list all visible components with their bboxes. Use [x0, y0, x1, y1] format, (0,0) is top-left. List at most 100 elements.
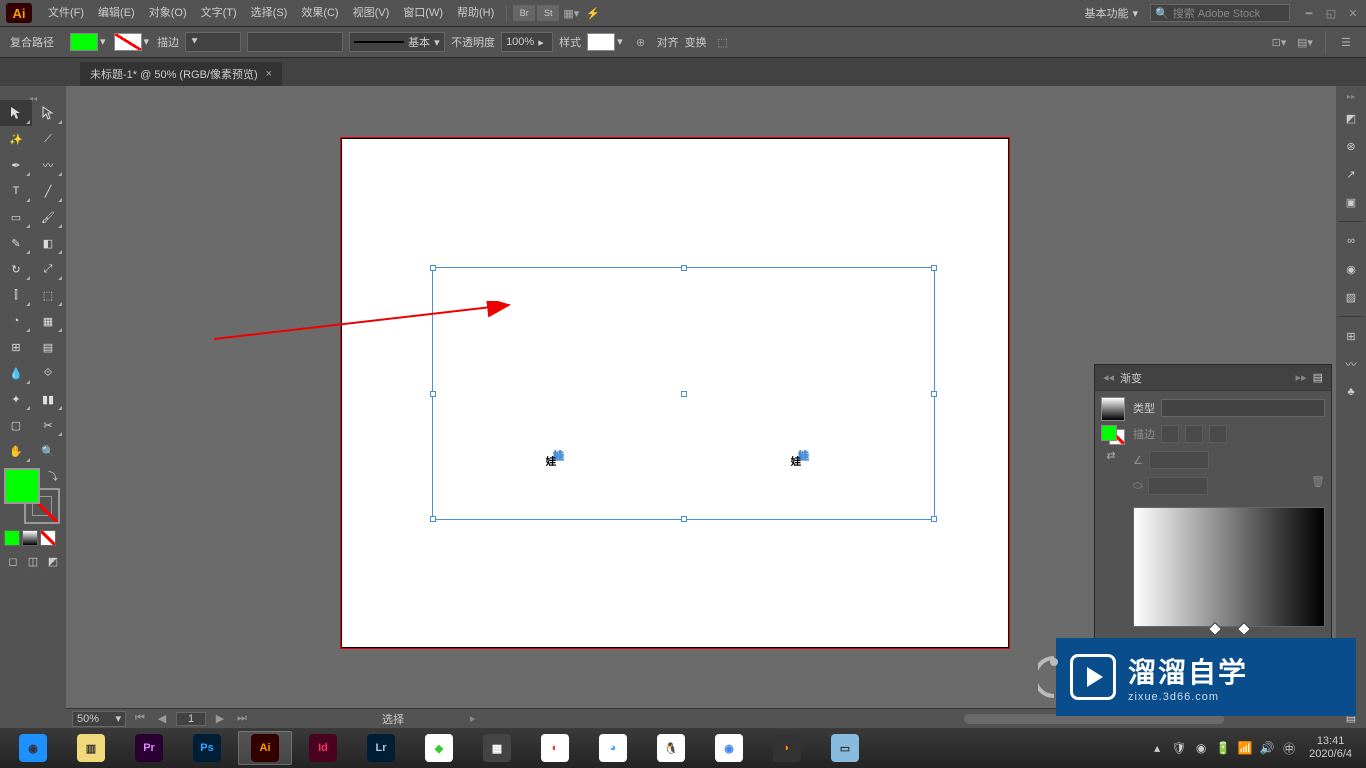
stroke-weight-dd[interactable]: ⯆ [185, 32, 241, 52]
color-panel-icon[interactable]: ◉ [1340, 258, 1362, 280]
perspective-tool[interactable]: ▦ [32, 308, 64, 334]
lasso-tool[interactable]: ⟋ [32, 126, 64, 152]
taskbar-app-notes[interactable]: ▭ [818, 731, 872, 765]
graph-tool[interactable]: ▮▮ [32, 386, 64, 412]
shaper-tool[interactable]: ✎ [0, 230, 32, 256]
workspace-switcher[interactable]: 基本功能▾ [1074, 3, 1148, 23]
tray-up-icon[interactable]: ▴ [1149, 740, 1165, 756]
tray-volume-icon[interactable]: 🔊 [1259, 740, 1275, 756]
window-minimize[interactable]: ━ [1302, 6, 1316, 20]
var-width-dd[interactable] [247, 32, 343, 52]
swap-fill-stroke-icon[interactable]: ⤵ [48, 468, 58, 483]
style-swatch[interactable] [587, 33, 615, 51]
taskbar-app-app1[interactable]: ◆ [412, 731, 466, 765]
stroke-grad-btn2[interactable] [1185, 425, 1203, 443]
slice-tool[interactable]: ✂ [32, 412, 64, 438]
taskbar-app-premiere[interactable]: Pr [122, 731, 176, 765]
color-guide-panel-icon[interactable]: ▨ [1340, 286, 1362, 308]
color-mode-none[interactable] [40, 530, 56, 546]
taskbar-app-chrome[interactable]: ◉ [702, 731, 756, 765]
nav-prev[interactable]: ◀ [154, 712, 170, 726]
stroke-swatch[interactable] [114, 33, 142, 51]
isolate-icon[interactable]: ⬚ [713, 32, 733, 52]
artboards-panel-icon[interactable]: ▣ [1340, 191, 1362, 213]
selected-object[interactable]: 娃娃 娃娃 [436, 271, 931, 516]
panel-menu-icon[interactable]: ▤ [1313, 371, 1323, 384]
draw-inside[interactable]: ◩ [44, 552, 62, 570]
align-to-icon[interactable]: ⊡▾ [1269, 32, 1289, 52]
menu-select[interactable]: 选择(S) [245, 2, 294, 24]
panel-collapse-icon[interactable]: ▸▸ [1296, 371, 1307, 384]
menu-window[interactable]: 窗口(W) [397, 2, 449, 24]
cc-panel-icon[interactable]: ∞ [1340, 230, 1362, 252]
symbols-panel-icon[interactable]: ♣ [1340, 381, 1362, 403]
gpu-icon[interactable]: ⚡ [583, 3, 603, 23]
menu-effect[interactable]: 效果(C) [295, 2, 344, 24]
taskbar-app-explorer[interactable]: ▥ [64, 731, 118, 765]
artboard-tool[interactable]: ▢ [0, 412, 32, 438]
zoom-tool[interactable]: 🔍 [32, 438, 64, 464]
tray-battery-icon[interactable]: 🔋 [1215, 740, 1231, 756]
gradient-editor[interactable] [1133, 507, 1325, 627]
transform-link[interactable]: 变换 [685, 34, 707, 50]
menu-help[interactable]: 帮助(H) [451, 2, 500, 24]
taskbar-app-browser[interactable]: ◉ [6, 731, 60, 765]
menu-view[interactable]: 视图(V) [347, 2, 396, 24]
align-link[interactable]: 对齐 [657, 34, 679, 50]
arrange-icon[interactable]: ▦▾ [561, 3, 581, 23]
taskbar-app-photoshop[interactable]: Ps [180, 731, 234, 765]
taskbar-app-illustrator[interactable]: Ai [238, 731, 292, 765]
document-tab[interactable]: 未标题-1* @ 50% (RGB/像素预览) × [80, 62, 282, 86]
gradient-angle-input[interactable] [1149, 451, 1209, 469]
zoom-dropdown[interactable]: 50%▾ [72, 711, 126, 727]
taskbar-app-app5[interactable]: ◗ [760, 731, 814, 765]
gradient-preview[interactable] [1101, 397, 1125, 421]
panel-menu-icon[interactable]: ☰ [1336, 32, 1356, 52]
brushes-panel-icon[interactable]: 〰 [1340, 353, 1362, 375]
fill-stroke-control[interactable]: ⤵ [4, 468, 60, 524]
close-tab-icon[interactable]: × [266, 68, 272, 80]
scale-tool[interactable]: ⤢ [32, 256, 64, 282]
eraser-tool[interactable]: ◧ [32, 230, 64, 256]
stroke-profile-dd[interactable]: 基本▾ [349, 32, 445, 52]
taskbar-app-lightroom[interactable]: Lr [354, 731, 408, 765]
artboard-number[interactable]: 1 [176, 712, 206, 726]
delete-stop-icon[interactable]: 🗑 [1311, 475, 1325, 488]
nav-next[interactable]: ▶ [212, 712, 228, 726]
tray-ime-icon[interactable]: ㊥ [1281, 740, 1297, 756]
eyedropper-tool[interactable]: 💧 [0, 360, 32, 386]
tray-security-icon[interactable]: 🛡 [1171, 740, 1187, 756]
hand-tool[interactable]: ✋ [0, 438, 32, 464]
recolor-icon[interactable]: ⊕ [631, 32, 651, 52]
tray-network-icon[interactable]: 📶 [1237, 740, 1253, 756]
tray-app-icon[interactable]: ◉ [1193, 740, 1209, 756]
width-tool[interactable]: ⫿ [0, 282, 32, 308]
bridge-icon[interactable]: Br [513, 5, 535, 21]
taskbar-app-qq[interactable]: 🐧 [644, 731, 698, 765]
line-tool[interactable]: ╱ [32, 178, 64, 204]
pen-tool[interactable]: ✒ [0, 152, 32, 178]
opacity-dd[interactable]: 100%▸ [501, 32, 553, 52]
free-transform-tool[interactable]: ⬚ [32, 282, 64, 308]
search-stock[interactable]: 🔍搜索 Adobe Stock [1150, 4, 1290, 22]
menu-edit[interactable]: 编辑(E) [92, 2, 141, 24]
blend-tool[interactable]: ⟐ [32, 360, 64, 386]
taskbar-app-app3[interactable]: ◐ [528, 731, 582, 765]
taskbar-app-app2[interactable]: ▦ [470, 731, 524, 765]
window-restore[interactable]: ◱ [1324, 6, 1338, 20]
export-panel-icon[interactable]: ↗ [1340, 163, 1362, 185]
menu-type[interactable]: 文字(T) [195, 2, 243, 24]
window-close[interactable]: ✕ [1346, 6, 1360, 20]
direct-selection-tool[interactable] [32, 100, 64, 126]
stock-icon[interactable]: St [537, 5, 559, 21]
nav-last[interactable]: ⏭ [234, 712, 250, 726]
libraries-panel-icon[interactable]: ⊛ [1340, 135, 1362, 157]
draw-normal[interactable]: ◻ [4, 552, 22, 570]
rotate-tool[interactable]: ↻ [0, 256, 32, 282]
color-mode-gradient[interactable] [22, 530, 38, 546]
selection-tool[interactable] [0, 100, 32, 126]
mesh-tool[interactable]: ⊞ [0, 334, 32, 360]
magic-wand-tool[interactable]: ✨ [0, 126, 32, 152]
shape-builder-tool[interactable]: ◔ [0, 308, 32, 334]
taskbar-clock[interactable]: 13:41 2020/6/4 [1301, 735, 1360, 761]
